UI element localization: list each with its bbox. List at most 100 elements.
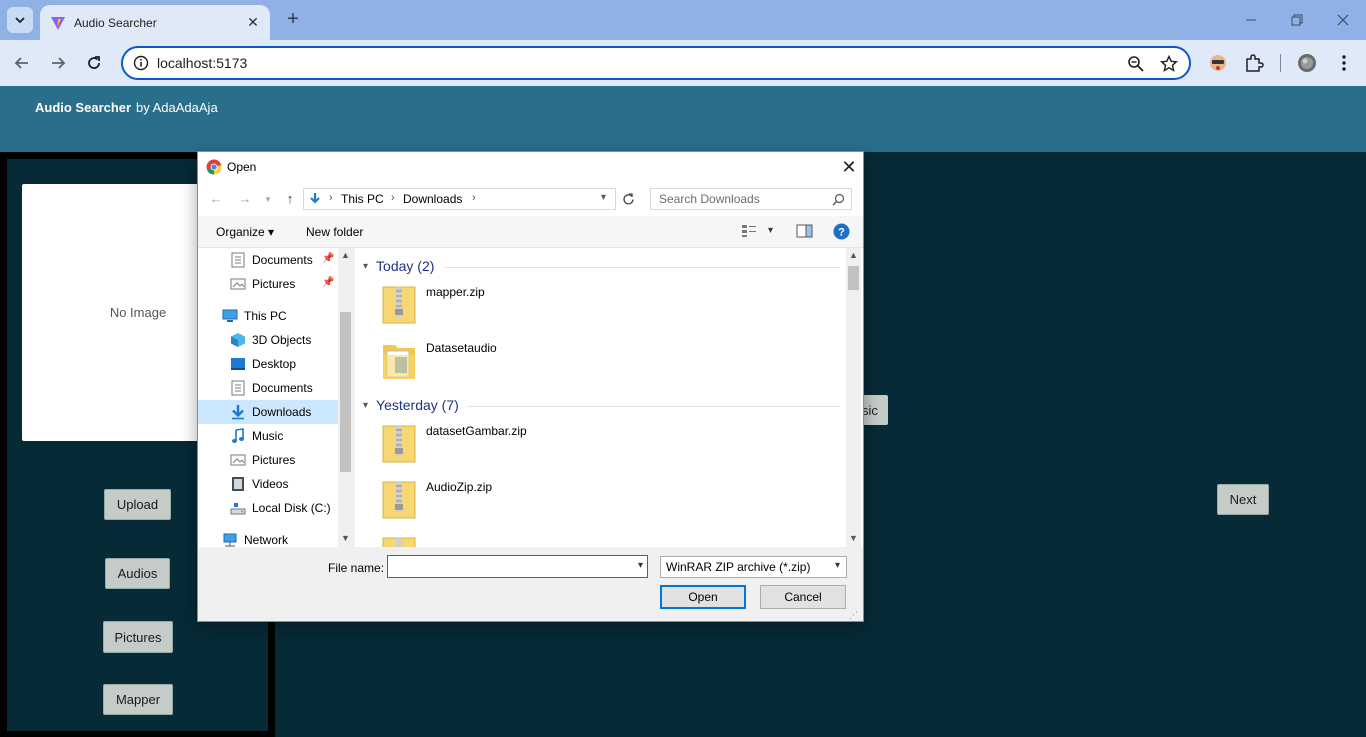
new-tab-button[interactable]: + [282,8,304,30]
nav-item-network[interactable]: Network [198,528,338,547]
arrow-left-icon [14,57,28,69]
preview-pane-icon[interactable] [796,224,813,238]
view-dropdown-icon[interactable]: ▾ [768,225,773,236]
nav-pane-scrollbar[interactable]: ▲ ▼ [338,248,353,547]
scrollbar-thumb[interactable] [848,266,859,290]
extension-avatar-icon[interactable] [1208,53,1228,73]
pictures-button[interactable]: Pictures [103,621,173,653]
nav-item-documents[interactable]: Documents [198,376,338,400]
nav-item-label: Videos [252,477,289,491]
nav-item-pictures[interactable]: Pictures [198,448,338,472]
cancel-button[interactable]: Cancel [760,585,846,609]
more-menu-icon[interactable] [1334,53,1354,73]
dialog-close-icon[interactable]: ✕ [838,156,860,178]
new-folder-button[interactable]: New folder [306,225,363,239]
minimize-button[interactable] [1228,0,1274,40]
3d-objects-icon [231,333,245,347]
mapper-button[interactable]: Mapper [103,684,173,715]
nav-item-music[interactable]: Music [198,424,338,448]
bookmark-star-icon[interactable] [1160,55,1178,73]
forward-button[interactable] [46,51,70,75]
refresh-icon[interactable] [622,193,635,206]
zip-folder-icon [382,537,416,547]
view-options-icon[interactable] [741,224,757,238]
chevron-down-icon [15,17,25,24]
file-type-value: WinRAR ZIP archive (*.zip) [666,560,811,574]
nav-item-this-pc[interactable]: This PC [198,304,338,328]
dialog-titlebar: Open ✕ [198,152,863,182]
music-button-partial[interactable]: sic [862,395,888,425]
open-button[interactable]: Open [660,585,746,609]
back-button[interactable] [10,51,34,75]
breadcrumb-this-pc[interactable]: This PC [341,192,384,206]
nav-item-desktop[interactable]: Desktop [198,352,338,376]
nav-item-downloads[interactable]: Downloads [198,400,338,424]
vite-logo-icon [51,16,65,30]
extensions-puzzle-icon[interactable] [1244,53,1264,73]
file-item[interactable]: mapper.zip [381,278,681,328]
dialog-footer: File name: ▾ WinRAR ZIP archive (*.zip) … [198,547,863,621]
resize-grip-icon[interactable]: ⋰ [849,610,858,621]
browser-tabstrip: Audio Searcher ✕ + [0,0,1366,40]
url-text: localhost:5173 [157,55,248,71]
reload-button[interactable] [82,51,106,75]
browser-toolbar: localhost:5173 [0,40,1366,86]
pictures-icon [230,278,246,290]
nav-item-label: Downloads [252,405,312,419]
up-folder-icon[interactable]: ↑ [282,191,298,207]
scroll-up-icon[interactable]: ▲ [341,250,350,260]
file-item[interactable]: datasetGambar.zip [381,417,681,467]
file-item[interactable] [381,529,681,547]
dialog-forward-icon[interactable]: → [237,191,253,207]
nav-item-documents-quick[interactable]: Documents [198,248,338,272]
group-header-today[interactable]: ▾ Today (2) [363,256,434,276]
nav-item-3d-objects[interactable]: 3D Objects [198,328,338,352]
dialog-back-icon[interactable]: ← [208,191,224,207]
address-bar[interactable]: localhost:5173 [121,46,1191,80]
file-list-scrollbar[interactable]: ▲ ▼ [846,248,861,547]
app-header: Audio Searcher by AdaAdaAja [0,86,1366,152]
profile-avatar-icon[interactable] [1297,53,1317,73]
browser-tab-audio-searcher[interactable]: Audio Searcher ✕ [40,5,270,40]
nav-item-local-disk[interactable]: Local Disk (C:) [198,496,338,520]
reload-icon [88,56,100,69]
pictures-icon [230,454,246,466]
downloads-icon [232,405,244,420]
nav-item-videos[interactable]: Videos [198,472,338,496]
documents-icon [231,380,245,396]
group-header-yesterday[interactable]: ▾ Yesterday (7) [363,395,459,415]
dialog-breadcrumb[interactable]: › This PC › Downloads › ▾ [303,188,616,210]
scrollbar-thumb[interactable] [340,312,351,472]
file-item[interactable]: Datasetaudio [381,334,681,384]
window-close-button[interactable] [1320,0,1366,40]
site-info-icon[interactable] [133,55,149,71]
zoom-icon[interactable] [1127,55,1145,73]
chevron-down-icon: ▾ [363,399,369,411]
group-label: Yesterday (7) [376,397,459,413]
next-button[interactable]: Next [1217,484,1269,515]
file-item[interactable]: AudioZip.zip [381,473,681,523]
nav-item-pictures-quick[interactable]: Pictures [198,272,338,296]
scroll-down-icon[interactable]: ▼ [849,533,858,543]
breadcrumb-dropdown-icon[interactable]: ▾ [601,192,606,203]
recent-locations-chevron-icon[interactable]: ▾ [260,191,276,207]
file-name-dropdown-icon[interactable]: ▾ [638,560,643,571]
search-downloads-input[interactable]: Search Downloads [650,188,852,210]
upload-button[interactable]: Upload [104,489,171,520]
scroll-up-icon[interactable]: ▲ [849,250,858,260]
open-file-dialog: Open ✕ ← → ▾ ↑ › This PC › Downloads › ▾… [197,151,864,622]
audios-button[interactable]: Audios [105,558,170,589]
music-icon [232,428,244,443]
tab-close-icon[interactable]: ✕ [242,12,264,34]
breadcrumb-downloads[interactable]: Downloads [403,192,462,206]
chevron-down-icon: ▾ [363,260,369,272]
file-type-select[interactable]: WinRAR ZIP archive (*.zip) ▾ [660,556,847,578]
scroll-down-icon[interactable]: ▼ [341,533,350,543]
restore-button[interactable] [1274,0,1320,40]
no-image-text: No Image [109,305,167,320]
tab-title: Audio Searcher [74,15,157,30]
tab-search-button[interactable] [7,7,33,33]
organize-menu[interactable]: Organize ▾ [216,225,274,239]
help-icon[interactable]: ? [833,223,850,240]
file-name-input[interactable]: ▾ [387,555,648,578]
